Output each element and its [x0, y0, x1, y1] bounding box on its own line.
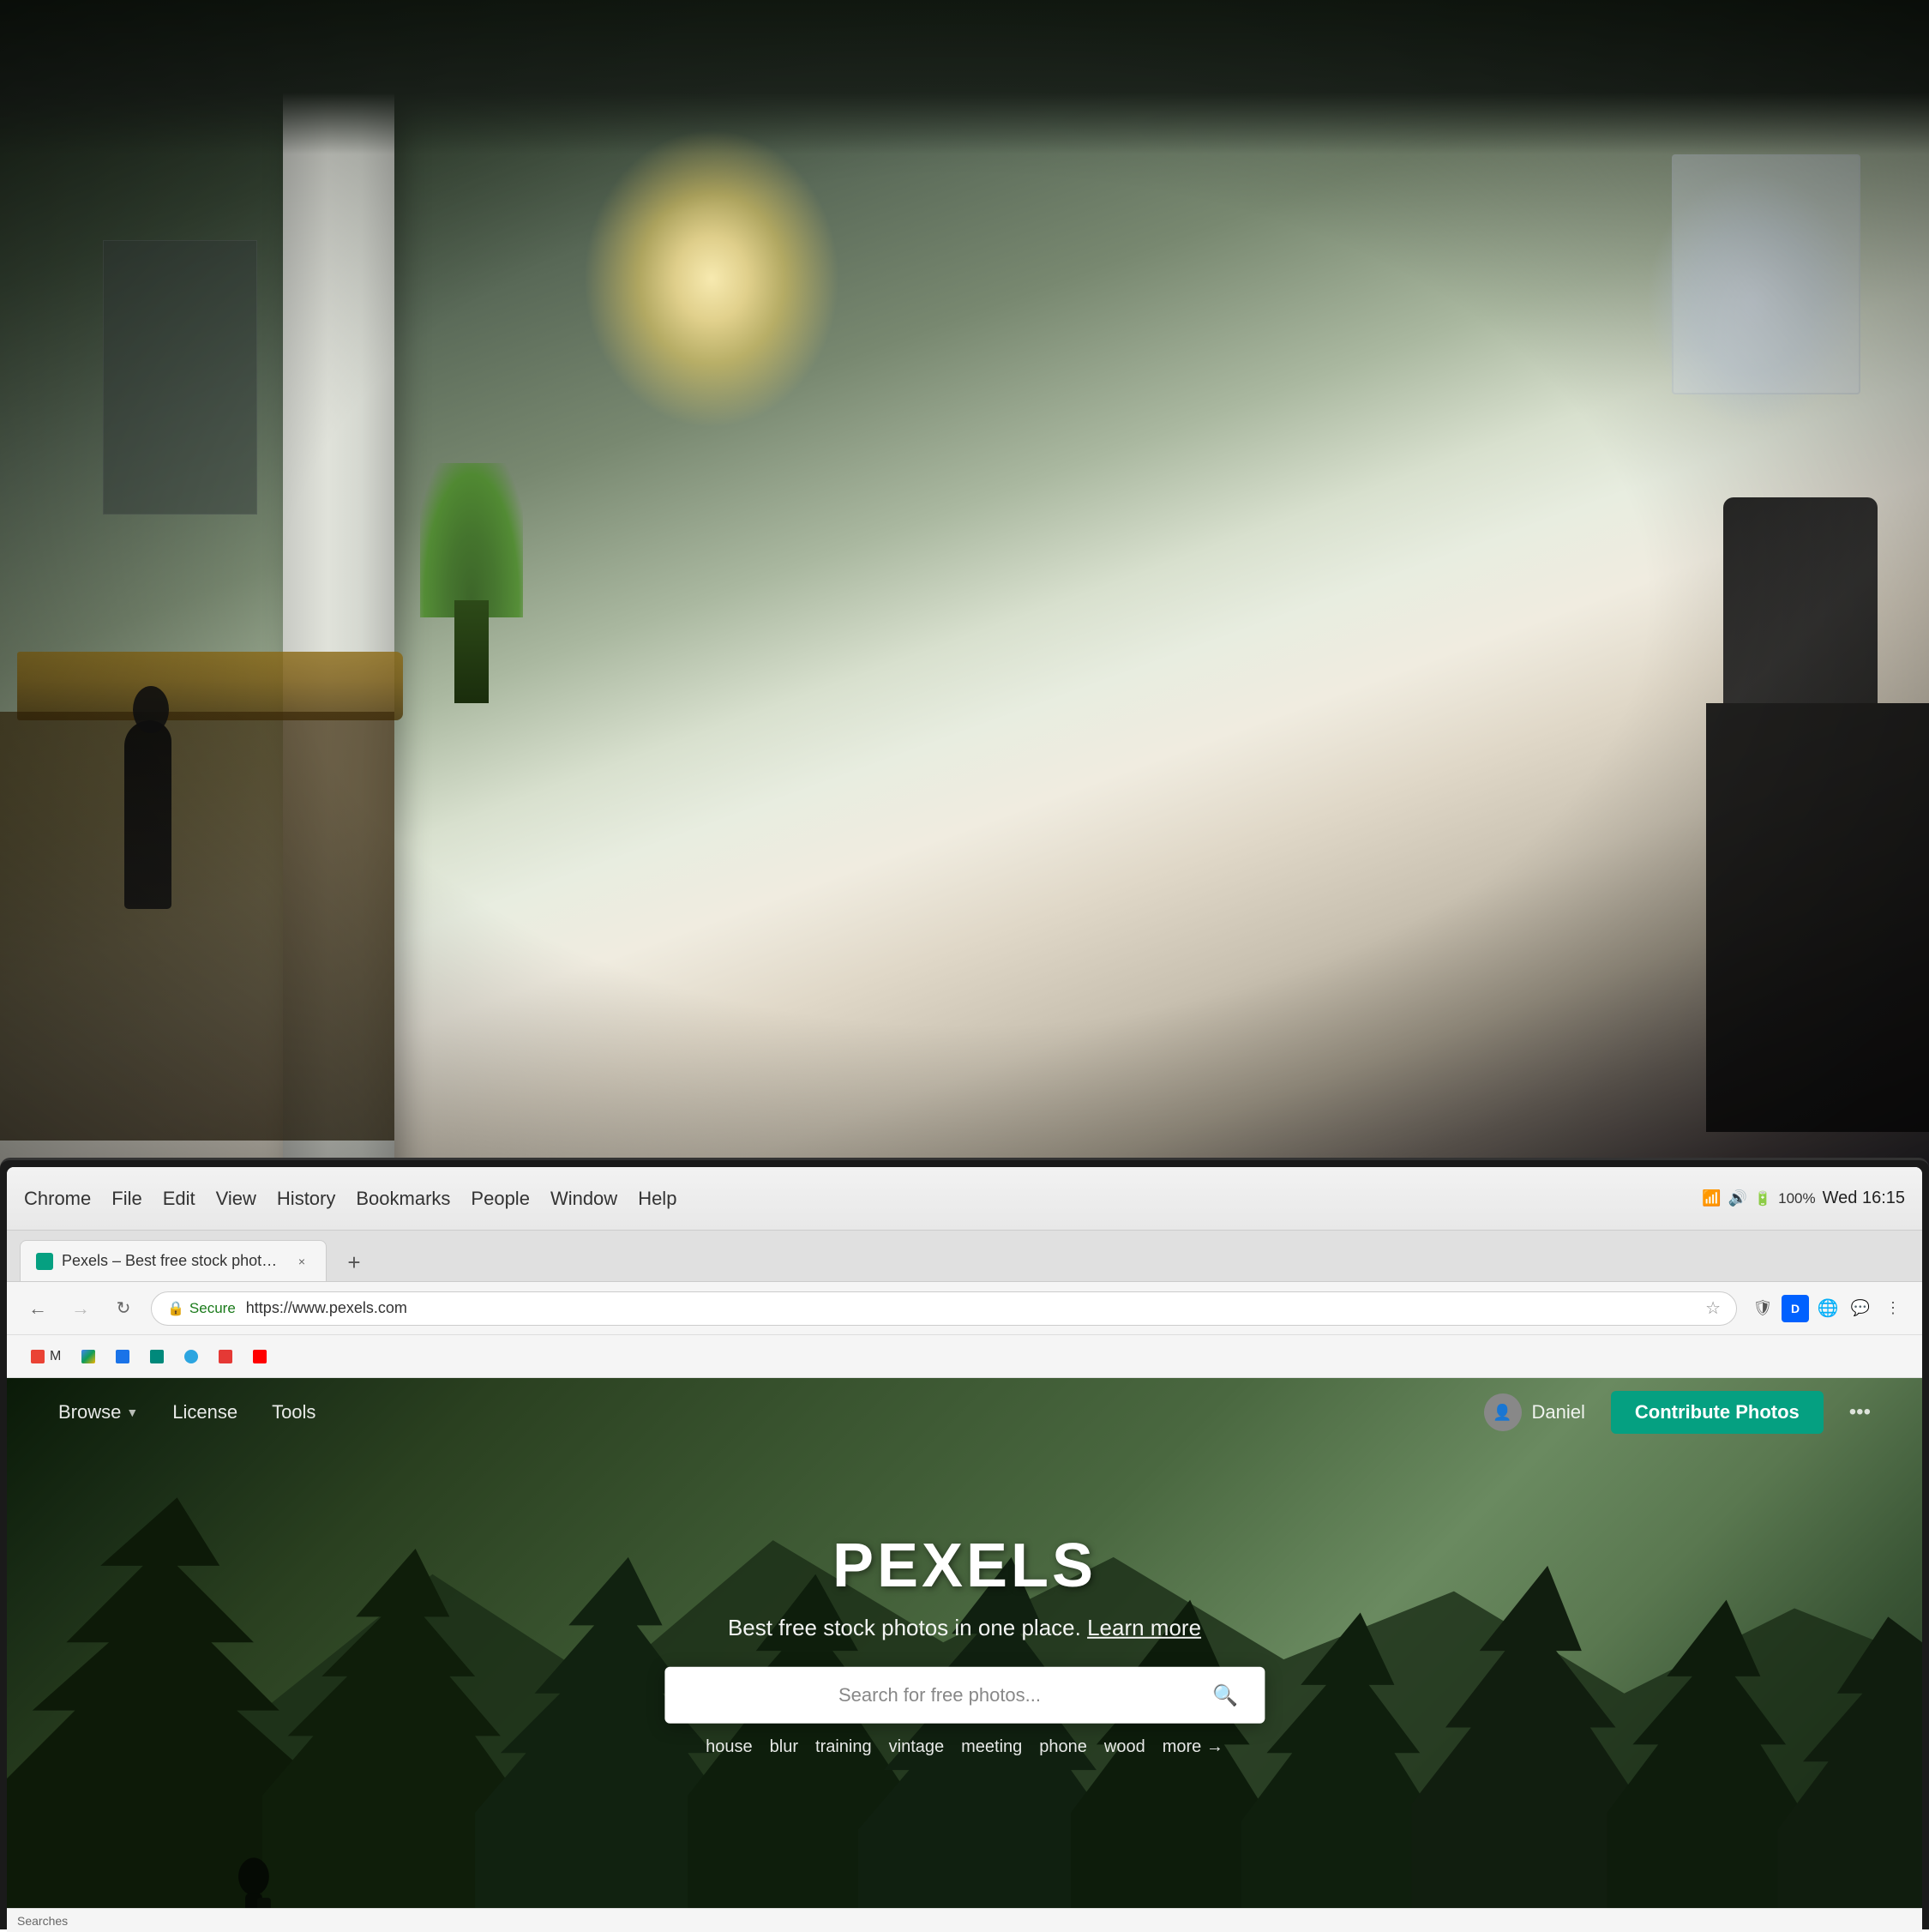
tag-house[interactable]: house	[706, 1737, 753, 1757]
site-navigation: Browse ▼ License Tools 👤 Daniel	[7, 1378, 1922, 1447]
new-tab-button[interactable]: +	[335, 1243, 373, 1281]
tag-vintage[interactable]: vintage	[889, 1737, 945, 1757]
hero-section: Browse ▼ License Tools 👤 Daniel	[7, 1378, 1922, 1932]
battery-icon: 🔋	[1754, 1190, 1771, 1207]
monitor-wrapper: Chrome File Edit View History Bookmarks …	[0, 1158, 1929, 1929]
address-bar[interactable]: 🔒 Secure https://www.pexels.com ☆	[151, 1291, 1737, 1326]
skype-icon[interactable]: 💬	[1847, 1295, 1874, 1322]
user-name: Daniel	[1532, 1401, 1585, 1423]
clock-display: Wed 16:15	[1823, 1189, 1905, 1208]
menu-bookmarks[interactable]: Bookmarks	[356, 1188, 450, 1210]
site-logo: PEXELS	[198, 1531, 1730, 1601]
forward-button[interactable]: →	[65, 1293, 96, 1324]
search-input[interactable]: Search for free photos...	[685, 1684, 1194, 1706]
bookmark-gdrive[interactable]	[73, 1345, 104, 1368]
bookmark-gmail-label: M	[50, 1349, 61, 1364]
nav-left: Browse ▼ License Tools	[58, 1401, 315, 1423]
shield-icon: 🛡	[1749, 1295, 1776, 1322]
vignette	[0, 0, 1929, 1201]
menu-people[interactable]: People	[471, 1188, 530, 1210]
system-icons: 📶 🔊 🔋 100% Wed 16:15	[1702, 1189, 1905, 1208]
search-icon[interactable]: 🔍	[1206, 1676, 1244, 1714]
secure-label: Secure	[189, 1300, 236, 1317]
active-tab[interactable]: Pexels – Best free stock photos in one p…	[20, 1240, 327, 1281]
telegram-favicon	[184, 1350, 198, 1363]
bookmark-star-icon[interactable]: ☆	[1705, 1297, 1721, 1319]
nav-right: 👤 Daniel Contribute Photos •••	[1484, 1391, 1871, 1434]
status-text: Searches	[17, 1914, 68, 1928]
tag-training[interactable]: training	[815, 1737, 872, 1757]
chrome-menu: Chrome File Edit View History Bookmarks …	[24, 1188, 676, 1210]
secure-badge: 🔒 Secure	[167, 1300, 236, 1317]
url-display: https://www.pexels.com	[246, 1299, 407, 1317]
bookmark-meet[interactable]	[141, 1345, 172, 1368]
learn-more-inline[interactable]: Learn more	[1087, 1615, 1201, 1640]
status-bar: Searches	[7, 1908, 1922, 1932]
hero-subtitle: Best free stock photos in one place. Lea…	[198, 1615, 1730, 1641]
browse-arrow-icon: ▼	[126, 1405, 138, 1419]
gdrive-favicon	[81, 1350, 95, 1363]
tag-wood[interactable]: wood	[1104, 1737, 1145, 1757]
chrome-icon[interactable]: 🌐	[1814, 1295, 1842, 1322]
yt-favicon	[253, 1350, 267, 1363]
toolbar-icons: 🛡 D 🌐 💬 ⋮	[1749, 1295, 1907, 1322]
reload-button[interactable]: ↻	[108, 1293, 139, 1324]
hero-text-container: PEXELS Best free stock photos in one pla…	[198, 1531, 1730, 1757]
menu-file[interactable]: File	[111, 1188, 141, 1210]
extension-more[interactable]: ⋮	[1879, 1295, 1907, 1322]
office-background	[0, 0, 1929, 1201]
hero-subtitle-text: Best free stock photos in one place.	[728, 1615, 1087, 1640]
chrome-menubar: Chrome File Edit View History Bookmarks …	[7, 1167, 1922, 1231]
gmail-favicon	[31, 1350, 45, 1363]
meet-favicon	[150, 1350, 164, 1363]
volume-icon: 🔊	[1728, 1189, 1747, 1207]
pdf-favicon	[219, 1350, 232, 1363]
search-tags: house blur training vintage meeting phon…	[198, 1737, 1730, 1757]
search-bar[interactable]: Search for free photos... 🔍	[664, 1667, 1265, 1724]
contribute-photos-button[interactable]: Contribute Photos	[1611, 1391, 1824, 1434]
battery-percent: 100%	[1778, 1190, 1815, 1207]
address-bar-row: ← → ↻ 🔒 Secure https://www.pexels.com ☆ …	[7, 1282, 1922, 1335]
bookmark-telegram[interactable]	[176, 1345, 207, 1368]
tab-title: Pexels – Best free stock photos in one p…	[62, 1252, 285, 1270]
tools-nav-link[interactable]: Tools	[272, 1401, 315, 1423]
tag-more[interactable]: more →	[1163, 1737, 1223, 1757]
browse-nav-link[interactable]: Browse ▼	[58, 1401, 138, 1423]
bookmark-calendar[interactable]	[107, 1345, 138, 1368]
bookmarks-bar: M	[7, 1335, 1922, 1378]
website-content: Browse ▼ License Tools 👤 Daniel	[7, 1378, 1922, 1932]
browse-label: Browse	[58, 1401, 121, 1423]
tag-phone[interactable]: phone	[1039, 1737, 1087, 1757]
tab-favicon	[36, 1253, 53, 1270]
menu-window[interactable]: Window	[550, 1188, 617, 1210]
monitor-bezel: Chrome File Edit View History Bookmarks …	[0, 1158, 1929, 1929]
tab-bar: Pexels – Best free stock photos in one p…	[7, 1231, 1922, 1282]
back-button[interactable]: ←	[22, 1293, 53, 1324]
menu-edit[interactable]: Edit	[163, 1188, 195, 1210]
bookmark-youtube[interactable]	[244, 1345, 275, 1368]
wifi-icon: 📶	[1702, 1189, 1721, 1207]
lock-icon: 🔒	[167, 1300, 184, 1317]
user-section: 👤 Daniel	[1484, 1393, 1585, 1431]
tag-meeting[interactable]: meeting	[961, 1737, 1022, 1757]
menu-chrome[interactable]: Chrome	[24, 1188, 91, 1210]
search-container: Search for free photos... 🔍	[664, 1667, 1265, 1724]
more-menu-icon[interactable]: •••	[1849, 1400, 1871, 1424]
bookmark-gmail[interactable]: M	[22, 1345, 69, 1369]
screen: Chrome File Edit View History Bookmarks …	[7, 1167, 1922, 1932]
tab-close-button[interactable]: ×	[293, 1253, 310, 1270]
menu-history[interactable]: History	[277, 1188, 335, 1210]
license-nav-link[interactable]: License	[172, 1401, 237, 1423]
tag-blur[interactable]: blur	[770, 1737, 798, 1757]
bookmark-pdf[interactable]	[210, 1345, 241, 1368]
dropbox-icon[interactable]: D	[1782, 1295, 1809, 1322]
cal-favicon	[116, 1350, 129, 1363]
user-avatar[interactable]: 👤	[1484, 1393, 1522, 1431]
menu-help[interactable]: Help	[638, 1188, 676, 1210]
menu-view[interactable]: View	[216, 1188, 256, 1210]
